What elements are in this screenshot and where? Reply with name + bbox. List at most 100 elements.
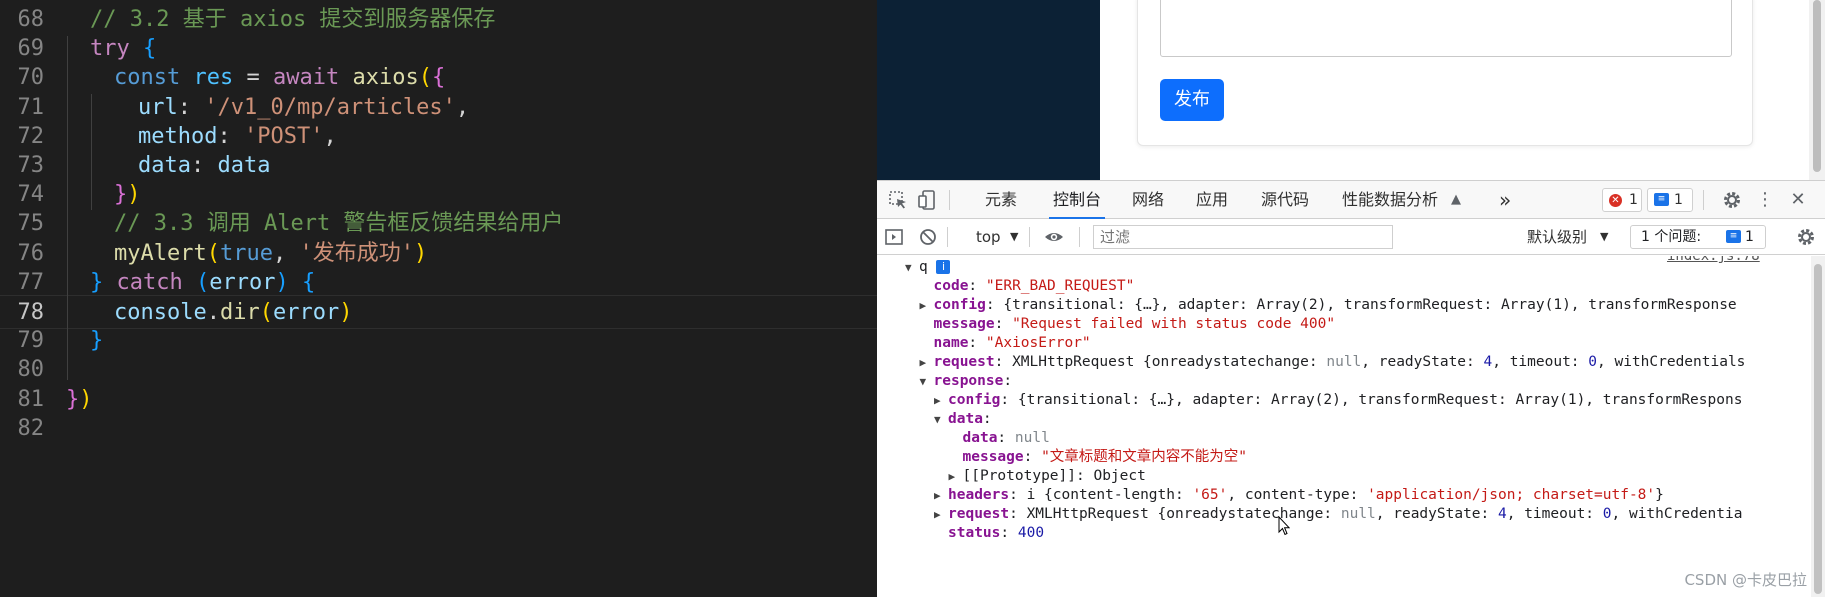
- property-value: , withCredentials: [1597, 354, 1746, 370]
- property-value: {transitional: {…}, adapter: Array(2), t…: [1017, 392, 1743, 408]
- info-icon[interactable]: i: [936, 260, 951, 274]
- code-token: dir: [219, 300, 260, 325]
- property-key: request: [948, 506, 1010, 522]
- tab-sources[interactable]: 源代码: [1261, 181, 1309, 219]
- console-tree-row[interactable]: ▶ request: XMLHttpRequest {onreadystatech…: [934, 503, 1742, 525]
- log-level-selector[interactable]: 默认级别: [1527, 219, 1587, 255]
- expand-down-icon[interactable]: ▼: [920, 371, 934, 393]
- key-separator: :: [968, 335, 986, 351]
- page-scrollbar-thumb[interactable]: [1813, 0, 1821, 172]
- code-token: ,: [272, 240, 300, 266]
- property-value: null: [1014, 430, 1050, 446]
- code-editor[interactable]: 68// 3.2 基于 axios 提交到服务器保存 69 try {70 const…: [0, 0, 877, 597]
- tab-network[interactable]: 网络: [1132, 181, 1164, 219]
- property-value: 4: [1498, 506, 1507, 522]
- code-token: {: [431, 65, 446, 91]
- property-value: , withCredentia: [1611, 506, 1743, 522]
- content-textarea[interactable]: [1160, 0, 1732, 57]
- more-tabs-button[interactable]: »: [1499, 181, 1511, 219]
- issues-label: 1 个问题:: [1641, 229, 1702, 245]
- expand-down-icon[interactable]: ▼: [934, 409, 948, 431]
- property-value: , content-type:: [1227, 487, 1368, 503]
- console-output[interactable]: index.js:78 ▼ q i code: "ERR_BAD_REQUEST" ▶…: [877, 256, 1825, 597]
- toolbar-separator: [1079, 227, 1080, 247]
- console-tree-row[interactable]: ▶ config: {transitional: {…}, adapter: Ar…: [934, 389, 1742, 411]
- code-token: :: [190, 153, 218, 178]
- code-token: 'POST': [243, 123, 324, 149]
- tab-performance[interactable]: 性能数据分析: [1342, 181, 1438, 219]
- property-value: 400: [1017, 525, 1045, 541]
- console-settings-gear-icon[interactable]: [1795, 226, 1817, 248]
- property-key: [[Prototype]]: [962, 468, 1077, 484]
- console-scrollbar[interactable]: [1811, 256, 1825, 597]
- code-token: ): [79, 386, 93, 412]
- message-icon: ≡: [1654, 193, 1669, 206]
- code-token: (: [418, 65, 432, 91]
- property-key: message: [933, 316, 995, 332]
- settings-gear-icon[interactable]: [1721, 189, 1743, 211]
- property-key: data: [962, 430, 998, 446]
- error-count: 1: [1629, 192, 1638, 208]
- property-value: }: [1655, 487, 1664, 503]
- key-separator: :: [982, 411, 1001, 427]
- line-number: 82: [17, 415, 45, 441]
- issues-button[interactable]: 1 个问题: ≡ 1: [1630, 225, 1766, 249]
- tab-separator: [1703, 190, 1704, 210]
- property-value: 4: [1483, 354, 1493, 370]
- kebab-menu-icon[interactable]: ⋮: [1754, 189, 1776, 211]
- clear-console-icon[interactable]: [917, 226, 939, 248]
- code-token: (: [195, 269, 210, 295]
- code-token: axios: [352, 65, 419, 91]
- device-toolbar-icon[interactable]: [917, 189, 939, 211]
- property-value: , timeout:: [1492, 354, 1589, 370]
- console-tree-row[interactable]: ▶ request: XMLHttpRequest {onreadystatech…: [920, 351, 1746, 373]
- property-key: headers: [948, 487, 1010, 503]
- property-value: null: [1326, 354, 1362, 370]
- eye-icon[interactable]: [1043, 226, 1065, 248]
- chevron-down-icon: ▼: [1600, 230, 1609, 243]
- code-token: url: [138, 94, 178, 120]
- code-token: await: [272, 65, 340, 91]
- tab-elements[interactable]: 元素: [985, 181, 1017, 219]
- source-file-link[interactable]: index.js:78: [1667, 256, 1760, 264]
- code-line[interactable]: 82: [0, 412, 877, 446]
- key-separator: :: [1003, 373, 1021, 389]
- key-separator: :: [968, 278, 986, 294]
- close-icon[interactable]: ✕: [1787, 189, 1809, 211]
- devtools-tab-bar: 元素 控制台 网络 应用 源代码 性能数据分析 ▲ » ✕ 1 ≡ 1 ⋮ ✕: [877, 181, 1825, 219]
- key-separator: :: [994, 354, 1013, 370]
- publish-button[interactable]: 发布: [1160, 79, 1224, 121]
- message-count-badge[interactable]: ≡ 1: [1647, 188, 1693, 212]
- context-selector[interactable]: top: [976, 219, 1001, 255]
- property-value: "ERR_BAD_REQUEST": [985, 278, 1135, 294]
- property-value: XMLHttpRequest {onreadystatechange:: [1026, 506, 1341, 522]
- sidebar-toggle-icon[interactable]: [883, 226, 905, 248]
- tab-application[interactable]: 应用: [1196, 181, 1228, 219]
- console-toolbar: top ▼ 默认级别 ▼ 1 个问题: ≡ 1: [877, 219, 1825, 255]
- code-token: '/v1_0/mp/articles': [204, 94, 456, 120]
- property-key: code: [933, 278, 969, 294]
- page-scrollbar[interactable]: [1809, 0, 1825, 180]
- property-value: null: [1340, 506, 1376, 522]
- tab-console[interactable]: 控制台: [1049, 181, 1106, 219]
- key-separator: :: [997, 430, 1015, 446]
- console-scrollbar-thumb[interactable]: [1814, 264, 1822, 594]
- expand-down-icon[interactable]: ▼: [905, 257, 919, 279]
- page-sidebar: [877, 0, 1100, 180]
- toolbar-separator: [1029, 227, 1030, 247]
- error-count-badge[interactable]: ✕ 1: [1602, 188, 1642, 212]
- filter-input[interactable]: [1093, 225, 1393, 249]
- code-token: =: [233, 65, 273, 91]
- code-token: // 3.2 基于 axios 提交到服务器保存: [90, 7, 496, 32]
- console-tree-row[interactable]: status: 400: [934, 522, 1044, 544]
- code-token: method: [138, 123, 218, 149]
- key-separator: :: [1076, 468, 1094, 484]
- property-value: "文章标题和文章内容不能为空": [1041, 449, 1248, 465]
- code-token: true: [219, 240, 273, 266]
- property-key: request: [933, 354, 995, 370]
- inspect-element-icon[interactable]: [887, 189, 909, 211]
- property-value: XMLHttpRequest {onreadystatechange:: [1012, 354, 1327, 370]
